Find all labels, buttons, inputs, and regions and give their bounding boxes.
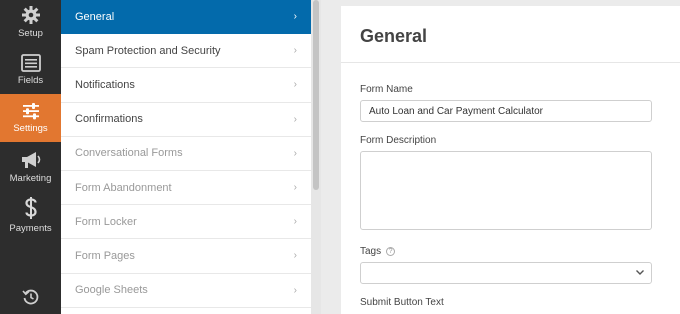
rail-fields-label: Fields xyxy=(17,75,44,86)
menu-item-label: Form Pages xyxy=(75,249,135,262)
gear-icon xyxy=(21,5,41,25)
chevron-right-icon: › xyxy=(293,216,297,228)
tags-label: Tags xyxy=(360,246,382,257)
chevron-right-icon: › xyxy=(293,182,297,194)
menu-item-confirmations[interactable]: Confirmations › xyxy=(61,103,311,137)
menu-item-conversational-forms[interactable]: Conversational Forms › xyxy=(61,137,311,171)
sliders-icon xyxy=(21,102,41,120)
menu-item-label: Spam Protection and Security xyxy=(75,44,221,57)
chevron-right-icon: › xyxy=(293,113,297,125)
menu-item-form-locker[interactable]: Form Locker › xyxy=(61,205,311,240)
form-description-label: Form Description xyxy=(360,135,437,146)
menu-item-spam-protection[interactable]: Spam Protection and Security › xyxy=(61,34,311,69)
menu-item-label: General xyxy=(75,10,115,23)
help-icon[interactable]: ? xyxy=(386,246,396,256)
menu-item-general[interactable]: General › xyxy=(61,0,311,35)
rail-setup[interactable]: Setup xyxy=(0,0,61,46)
menu-item-label: Form Locker xyxy=(75,215,137,228)
megaphone-icon xyxy=(20,150,42,170)
chevron-down-icon xyxy=(635,267,645,280)
menu-item-notifications[interactable]: Notifications › xyxy=(61,68,311,103)
chevron-right-icon: › xyxy=(293,147,297,159)
revisions-button[interactable] xyxy=(0,288,61,310)
rail-payments[interactable]: Payments xyxy=(0,194,61,240)
panel-title: General xyxy=(360,26,428,46)
chevron-right-icon: › xyxy=(293,284,297,296)
settings-menu: General › Spam Protection and Security ›… xyxy=(61,0,311,314)
menu-item-form-abandonment[interactable]: Form Abandonment › xyxy=(61,171,311,206)
tags-select[interactable] xyxy=(360,262,652,284)
submit-button-text-label: Submit Button Text xyxy=(360,297,444,308)
menu-item-label: Notifications xyxy=(75,78,135,91)
form-name-value: Auto Loan and Car Payment Calculator xyxy=(369,105,543,117)
menu-item-label: Google Sheets xyxy=(75,284,148,297)
rail-payments-label: Payments xyxy=(9,223,52,234)
rail-marketing[interactable]: Marketing xyxy=(0,146,61,192)
form-name-input[interactable]: Auto Loan and Car Payment Calculator xyxy=(360,100,652,122)
menu-item-label: Conversational Forms xyxy=(75,147,183,160)
chevron-right-icon: › xyxy=(293,45,297,57)
rail-setup-label: Setup xyxy=(18,28,43,39)
chevron-right-icon: › xyxy=(293,250,297,262)
chevron-right-icon: › xyxy=(293,11,297,23)
rail-settings[interactable]: Settings xyxy=(0,94,61,142)
revisions-history-icon xyxy=(21,288,40,306)
fields-list-icon xyxy=(20,54,41,72)
rail-marketing-label: Marketing xyxy=(9,173,52,184)
general-settings-panel: General Form Name Auto Loan and Car Paym… xyxy=(341,6,680,314)
rail-settings-label: Settings xyxy=(13,123,48,134)
form-name-label: Form Name xyxy=(360,84,413,95)
menu-item-google-sheets[interactable]: Google Sheets › xyxy=(61,274,311,308)
menu-scrollbar-thumb[interactable] xyxy=(313,0,319,190)
tags-label-row: Tags? xyxy=(360,246,396,257)
title-divider xyxy=(341,62,680,63)
form-description-textarea[interactable] xyxy=(360,151,652,230)
menu-item-label: Form Abandonment xyxy=(75,181,172,194)
chevron-right-icon: › xyxy=(293,79,297,91)
dollar-icon xyxy=(23,196,39,220)
rail-fields[interactable]: Fields xyxy=(0,48,61,94)
menu-item-form-pages[interactable]: Form Pages › xyxy=(61,239,311,274)
builder-sidebar: Setup Fields Settings Marketing Payments xyxy=(0,0,61,314)
menu-item-label: Confirmations xyxy=(75,113,143,126)
